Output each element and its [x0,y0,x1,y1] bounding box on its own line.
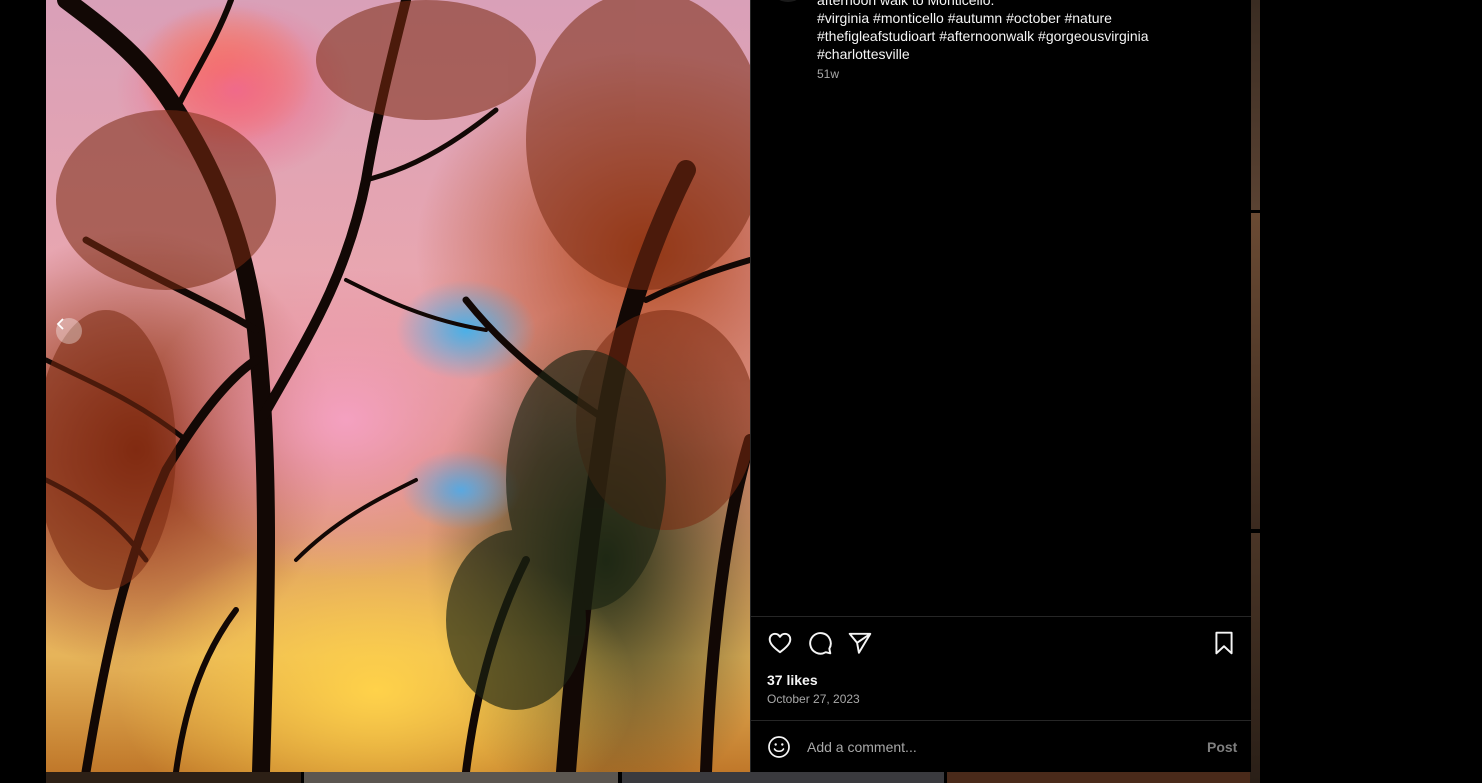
background-thumbnail [304,772,618,783]
comment-form: Post [751,721,1251,772]
bookmark-icon [1215,631,1233,655]
like-button[interactable] [767,630,793,656]
background-thumbnail [46,772,301,783]
save-button[interactable] [1211,630,1237,656]
action-bar [767,630,1237,656]
caption-line: afternoon walk to Monticello. [817,0,995,8]
caption-hashtags[interactable]: #charlottesville [817,45,1217,63]
likes-count[interactable]: 37 likes [767,672,818,688]
send-icon [848,632,872,654]
divider [751,616,1251,617]
post-comment-button[interactable]: Post [1207,739,1237,755]
avatar[interactable] [773,0,803,2]
share-button[interactable] [847,630,873,656]
emoji-button[interactable] [767,735,791,759]
background-thumbnail [947,772,1250,783]
background-thumbnail [622,772,944,783]
chevron-left-icon [56,318,64,330]
previous-image-button[interactable] [56,318,82,344]
post-caption: afternoon walk to Monticello. #virginia … [817,0,1217,63]
tree-silhouette [46,0,750,772]
post-photo [46,0,750,772]
comment-button[interactable] [807,630,833,656]
post-date: October 27, 2023 [767,692,860,706]
caption-hashtags[interactable]: #thefigleafstudioart #afternoonwalk #gor… [817,27,1217,45]
smiley-icon [768,736,790,758]
background-thumbnail [1250,533,1260,783]
post-timestamp[interactable]: 51w [817,67,839,81]
background-thumbnail [1250,0,1260,210]
comment-icon [809,632,832,655]
comment-input[interactable] [807,735,1187,759]
heart-icon [768,632,792,654]
caption-hashtags[interactable]: #virginia #monticello #autumn #october #… [817,9,1217,27]
post-details-panel: afternoon walk to Monticello. #virginia … [750,0,1251,772]
background-thumbnail [1250,213,1260,529]
